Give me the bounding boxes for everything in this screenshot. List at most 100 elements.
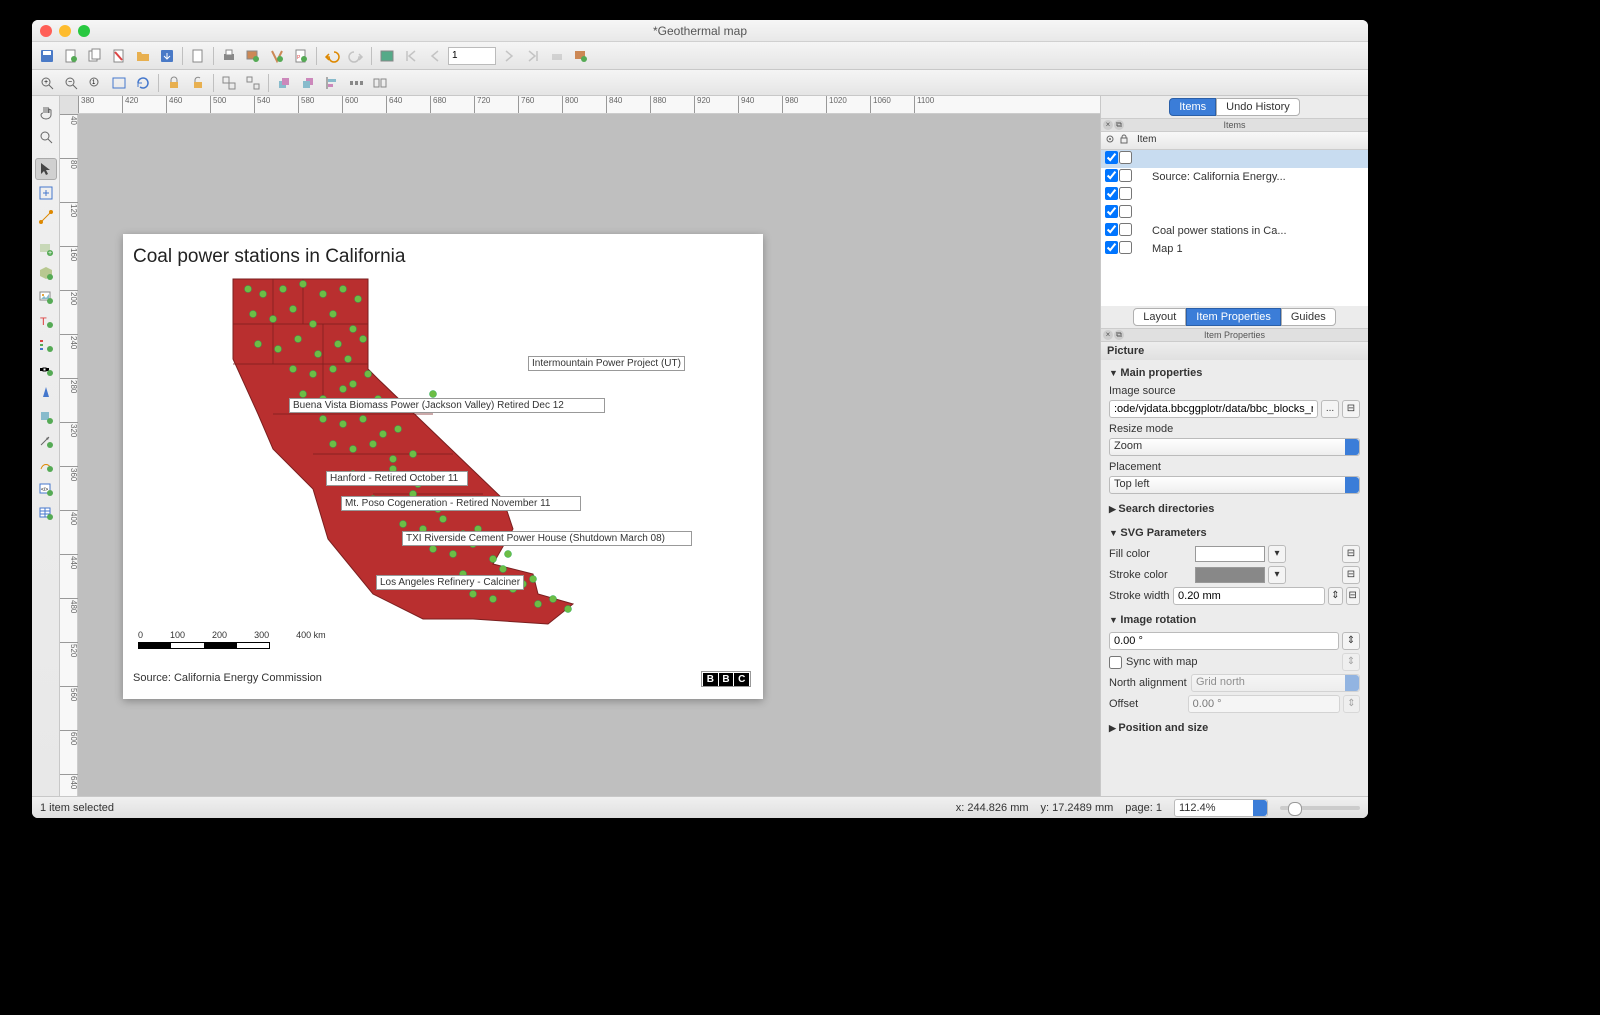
item-lock-checkbox[interactable]: [1119, 151, 1132, 164]
guides-tab[interactable]: Guides: [1281, 308, 1336, 326]
zoom-out-icon[interactable]: −: [60, 72, 82, 94]
duplicate-layout-icon[interactable]: [84, 45, 106, 67]
open-folder-icon[interactable]: [132, 45, 154, 67]
zoom-combo[interactable]: 112.4%: [1174, 799, 1268, 817]
delete-layout-icon[interactable]: [108, 45, 130, 67]
main-properties-group[interactable]: Main properties: [1109, 364, 1360, 382]
image-source-input[interactable]: [1109, 400, 1318, 418]
placement-select[interactable]: Top left: [1109, 476, 1360, 494]
prev-page-icon[interactable]: [424, 45, 446, 67]
add-arrow-icon[interactable]: [35, 430, 57, 452]
item-visible-checkbox[interactable]: [1105, 151, 1118, 164]
add-legend-icon[interactable]: [35, 334, 57, 356]
item-properties-tab[interactable]: Item Properties: [1186, 308, 1281, 326]
fill-color-swatch[interactable]: [1195, 546, 1265, 562]
layout-tab[interactable]: Layout: [1133, 308, 1186, 326]
item-lock-checkbox[interactable]: [1119, 241, 1132, 254]
undock-panel-icon[interactable]: ⧉: [1114, 330, 1124, 340]
stroke-width-override-button[interactable]: ⊟: [1346, 587, 1360, 605]
item-visible-checkbox[interactable]: [1105, 241, 1118, 254]
close-panel-icon[interactable]: ×: [1103, 330, 1113, 340]
item-row[interactable]: Map 1: [1101, 240, 1368, 258]
add-label-icon[interactable]: T: [35, 310, 57, 332]
lower-icon[interactable]: [297, 72, 319, 94]
zoom-actual-icon[interactable]: 1: [84, 72, 106, 94]
add-picture-icon[interactable]: [35, 286, 57, 308]
item-lock-checkbox[interactable]: [1119, 169, 1132, 182]
save-icon[interactable]: [36, 45, 58, 67]
fill-dropdown-button[interactable]: ▾: [1268, 545, 1286, 563]
add-scalebar-icon[interactable]: [35, 358, 57, 380]
undo-history-tab[interactable]: Undo History: [1216, 98, 1300, 116]
save-template-icon[interactable]: [156, 45, 178, 67]
add-3dmap-icon[interactable]: [35, 262, 57, 284]
layout-canvas[interactable]: Coal power stations in California Interm…: [78, 114, 1100, 796]
stroke-width-input[interactable]: [1173, 587, 1325, 605]
select-tool-icon[interactable]: [35, 158, 57, 180]
last-page-icon[interactable]: [522, 45, 544, 67]
atlas-export-icon[interactable]: [570, 45, 592, 67]
add-map-icon[interactable]: +: [35, 238, 57, 260]
redo-icon[interactable]: [345, 45, 367, 67]
refresh-icon[interactable]: [132, 72, 154, 94]
rotation-angle-input[interactable]: [1109, 632, 1339, 650]
item-lock-checkbox[interactable]: [1119, 187, 1132, 200]
print-icon[interactable]: [218, 45, 240, 67]
zoom-tool-icon[interactable]: [35, 126, 57, 148]
export-image-icon[interactable]: [242, 45, 264, 67]
stroke-dropdown-button[interactable]: ▾: [1268, 566, 1286, 584]
resize-icon[interactable]: [369, 72, 391, 94]
export-pdf-icon[interactable]: P: [290, 45, 312, 67]
zoom-full-icon[interactable]: [108, 72, 130, 94]
page-number-input[interactable]: [448, 47, 496, 65]
browse-button[interactable]: ...: [1321, 400, 1339, 418]
fill-override-button[interactable]: ⊟: [1342, 545, 1360, 563]
item-row[interactable]: Coal power stations in Ca...: [1101, 222, 1368, 240]
close-panel-icon[interactable]: ×: [1103, 120, 1113, 130]
ungroup-icon[interactable]: [242, 72, 264, 94]
add-table-icon[interactable]: [35, 502, 57, 524]
align-left-icon[interactable]: [321, 72, 343, 94]
atlas-settings-icon[interactable]: [376, 45, 398, 67]
pan-tool-icon[interactable]: [35, 102, 57, 124]
item-row[interactable]: Source: California Energy...: [1101, 168, 1368, 186]
item-visible-checkbox[interactable]: [1105, 187, 1118, 200]
item-visible-checkbox[interactable]: [1105, 223, 1118, 236]
image-rotation-group[interactable]: Image rotation: [1109, 611, 1360, 629]
undo-icon[interactable]: [321, 45, 343, 67]
edit-nodes-tool-icon[interactable]: [35, 206, 57, 228]
distribute-icon[interactable]: [345, 72, 367, 94]
item-row[interactable]: [1101, 204, 1368, 222]
svg-parameters-group[interactable]: SVG Parameters: [1109, 524, 1360, 542]
item-row[interactable]: [1101, 186, 1368, 204]
data-override-button[interactable]: ⊟: [1342, 400, 1360, 418]
items-tab[interactable]: Items: [1169, 98, 1216, 116]
zoom-in-icon[interactable]: +: [36, 72, 58, 94]
resize-mode-select[interactable]: Zoom: [1109, 438, 1360, 456]
atlas-print-icon[interactable]: [546, 45, 568, 67]
stroke-width-spinner[interactable]: ⇕: [1328, 587, 1342, 605]
first-page-icon[interactable]: [400, 45, 422, 67]
unlock-icon[interactable]: [187, 72, 209, 94]
item-lock-checkbox[interactable]: [1119, 223, 1132, 236]
sync-with-map-checkbox[interactable]: [1109, 656, 1122, 669]
page-properties-icon[interactable]: [187, 45, 209, 67]
lock-icon[interactable]: [163, 72, 185, 94]
rotation-spinner[interactable]: ⇕: [1342, 632, 1360, 650]
export-svg-icon[interactable]: [266, 45, 288, 67]
add-html-icon[interactable]: </>: [35, 478, 57, 500]
sync-spinner[interactable]: ⇕: [1342, 653, 1360, 671]
item-visible-checkbox[interactable]: [1105, 169, 1118, 182]
add-shape-icon[interactable]: [35, 406, 57, 428]
add-north-arrow-icon[interactable]: [35, 382, 57, 404]
item-row[interactable]: [1101, 150, 1368, 168]
group-icon[interactable]: [218, 72, 240, 94]
item-visible-checkbox[interactable]: [1105, 205, 1118, 218]
stroke-color-swatch[interactable]: [1195, 567, 1265, 583]
undock-panel-icon[interactable]: ⧉: [1114, 120, 1124, 130]
add-node-item-icon[interactable]: [35, 454, 57, 476]
move-content-tool-icon[interactable]: [35, 182, 57, 204]
stroke-override-button[interactable]: ⊟: [1342, 566, 1360, 584]
new-layout-icon[interactable]: [60, 45, 82, 67]
next-page-icon[interactable]: [498, 45, 520, 67]
